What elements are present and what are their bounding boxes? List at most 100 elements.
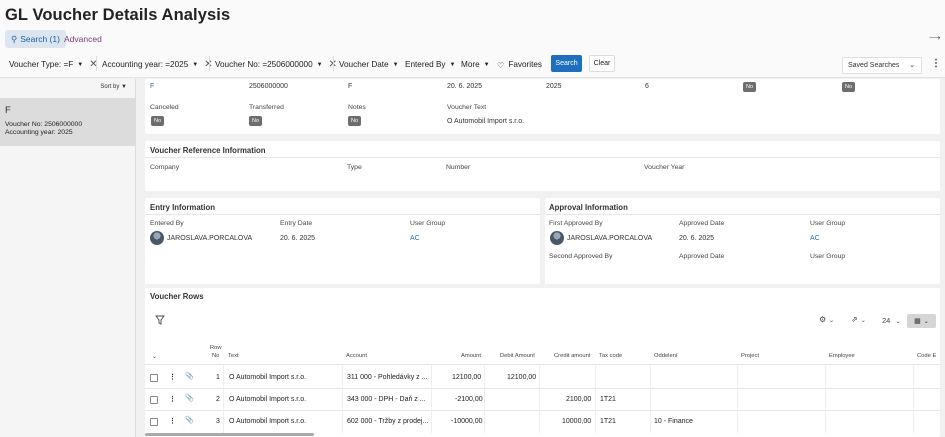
row-checkbox[interactable] bbox=[150, 396, 158, 404]
divider bbox=[333, 56, 334, 71]
attachment-icon[interactable]: 📎 bbox=[185, 394, 194, 402]
column-header-debit-amount[interactable]: Debit Amount bbox=[500, 353, 535, 359]
column-header-text[interactable]: Text bbox=[228, 353, 239, 359]
column-separator bbox=[484, 365, 485, 433]
column-header-row-no[interactable]: Row bbox=[210, 345, 222, 351]
first-approved-by-label: First Approved By bbox=[549, 220, 603, 227]
favorites-button[interactable]: ♡ Favorites bbox=[497, 57, 542, 72]
filter-more[interactable]: More ▼ bbox=[461, 57, 490, 72]
column-header-account[interactable]: Account bbox=[346, 353, 367, 359]
tab-search[interactable]: ⚲ Search (1) bbox=[5, 30, 66, 48]
accounting-year-value: 2025 bbox=[546, 83, 562, 90]
user-group-link[interactable]: AC bbox=[810, 235, 820, 242]
row-menu-icon[interactable]: ⋮ bbox=[169, 395, 176, 403]
page-size-select[interactable]: 24 ⌄ bbox=[882, 316, 900, 325]
row-tax-code: 1T21 bbox=[600, 418, 616, 425]
column-header-code-e[interactable]: Code E bbox=[917, 353, 936, 359]
sort-by-label: Sort by bbox=[100, 84, 120, 90]
caret-down-icon: ▼ bbox=[121, 84, 127, 90]
result-card[interactable]: F Voucher No: 2506000000 Accounting year… bbox=[0, 98, 136, 146]
filter-accounting-year-label: Accounting year: =2025 bbox=[102, 60, 189, 69]
column-header-tax-code[interactable]: Tax code bbox=[599, 353, 622, 359]
heart-icon: ♡ bbox=[497, 60, 505, 70]
row-no: 1 bbox=[216, 374, 220, 381]
filter-voucher-date[interactable]: Voucher Date ▼ bbox=[339, 57, 399, 72]
row-amount: 12100,00 bbox=[452, 374, 482, 381]
row-menu-icon[interactable]: ⋮ bbox=[169, 373, 176, 381]
caret-down-icon: ▼ bbox=[449, 61, 456, 68]
row-menu-icon[interactable]: ⋮ bbox=[169, 417, 176, 425]
status-badge: No bbox=[743, 82, 756, 92]
sort-by-button[interactable]: Sort by ▼ bbox=[100, 84, 127, 90]
column-header-credit-amount[interactable]: Credit amount bbox=[554, 353, 590, 359]
more-options-icon[interactable]: ⋮ bbox=[931, 58, 941, 69]
first-approved-by-value: JAROSLAVA.PORCALOVA bbox=[567, 235, 653, 242]
row-credit-amount: 10000,00 bbox=[562, 418, 592, 425]
page-size-value: 24 bbox=[882, 316, 891, 325]
grid-view-button[interactable]: ▦ ⌄ bbox=[907, 314, 936, 328]
row-checkbox[interactable] bbox=[150, 374, 158, 382]
row-credit-amount: 2100,00 bbox=[566, 396, 592, 403]
type-label: Type bbox=[347, 164, 362, 171]
filter-more-label: More bbox=[461, 60, 480, 69]
voucher-type-value[interactable]: F bbox=[150, 83, 154, 90]
filter-accounting-year[interactable]: Accounting year: =2025 ▼ ✕ bbox=[102, 57, 213, 72]
row-checkbox[interactable] bbox=[150, 418, 158, 426]
section-title: Voucher Reference Information bbox=[150, 146, 266, 155]
row-account-link[interactable]: 343 000 - DPH - Daň z ... bbox=[347, 396, 426, 403]
attachment-icon[interactable]: 📎 bbox=[185, 416, 194, 424]
filter-voucher-no[interactable]: Voucher No: =2506000000 ▼ ✕ bbox=[215, 57, 337, 72]
filter-bar: Voucher Type: =F ▼ ✕ Accounting year: =2… bbox=[0, 55, 945, 78]
saved-searches-select[interactable]: Saved Searches ⌄ bbox=[842, 57, 922, 74]
tab-advanced[interactable]: Advanced bbox=[64, 34, 102, 44]
horizontal-scrollbar[interactable] bbox=[145, 433, 314, 436]
column-separator bbox=[342, 365, 343, 433]
divider bbox=[145, 214, 540, 215]
column-separator bbox=[913, 365, 914, 433]
pin-icon[interactable]: ⟶ bbox=[929, 33, 940, 42]
row-account-link[interactable]: 602 000 - Tržby z prodej... bbox=[347, 418, 428, 425]
row-text: O Automobil Import s.r.o. bbox=[229, 396, 307, 403]
column-header-employee[interactable]: Employee bbox=[829, 353, 855, 359]
voucher-date-value: 20. 6. 2025 bbox=[447, 83, 483, 90]
filter-voucher-type[interactable]: Voucher Type: =F ▼ ✕ bbox=[9, 57, 98, 72]
row-no: 2 bbox=[216, 396, 220, 403]
entry-information-card: Entry Information Entered By JAROSLAVA.P… bbox=[145, 198, 540, 284]
settings-icon[interactable]: ⚙ ⌄ bbox=[819, 315, 834, 324]
export-icon[interactable]: ⇗ ⌄ bbox=[851, 315, 866, 324]
tab-search-label: Search (1) bbox=[20, 34, 60, 44]
attachment-icon[interactable]: 📎 bbox=[185, 372, 194, 380]
row-text: O Automobil Import s.r.o. bbox=[229, 374, 307, 381]
column-header-project[interactable]: Project bbox=[741, 353, 759, 359]
row-tax-code: 1T21 bbox=[600, 396, 616, 403]
user-group-link[interactable]: AC bbox=[410, 235, 420, 242]
section-title: Approval Information bbox=[549, 203, 628, 212]
column-header-amount[interactable]: Amount bbox=[461, 353, 481, 359]
page-title: GL Voucher Details Analysis bbox=[5, 6, 231, 24]
entry-date-value: 20. 6. 2025 bbox=[280, 235, 316, 242]
column-separator bbox=[650, 365, 651, 433]
favorites-label: Favorites bbox=[508, 60, 543, 69]
app-window: GL Voucher Details Analysis ⚲ Search (1)… bbox=[0, 0, 945, 437]
row-account-link[interactable]: 311 000 - Pohledávky z ... bbox=[347, 374, 427, 381]
filter-icon[interactable] bbox=[155, 315, 165, 327]
divider bbox=[145, 364, 940, 365]
filter-entered-by[interactable]: Entered By ▼ bbox=[405, 57, 455, 72]
general-info-card: F 2506000000 F 20. 6. 2025 2025 6 No No … bbox=[145, 79, 940, 134]
voucher-rows-card: Voucher Rows ⚙ ⌄ ⇗ ⌄ 24 ⌄ ▦ ⌄ ⌄ Row No Text… bbox=[145, 288, 940, 437]
select-all-chevron-icon[interactable]: ⌄ bbox=[152, 354, 157, 360]
clear-button[interactable]: Clear bbox=[589, 55, 615, 72]
result-card-title: F bbox=[5, 105, 11, 116]
row-debit-amount: 12100,00 bbox=[507, 374, 537, 381]
caret-down-icon[interactable]: ▼ bbox=[192, 62, 198, 68]
row-amount: -2100,00 bbox=[455, 396, 483, 403]
search-button[interactable]: Search bbox=[551, 55, 582, 72]
caret-down-icon[interactable]: ▼ bbox=[317, 62, 323, 68]
filter-voucher-type-label: Voucher Type: =F bbox=[9, 60, 74, 69]
caret-down-icon[interactable]: ▼ bbox=[77, 62, 83, 68]
divider bbox=[145, 388, 940, 389]
column-header-oddeleni[interactable]: Oddelení bbox=[654, 353, 678, 359]
filter-entered-by-label: Entered By bbox=[405, 60, 446, 69]
row-oddeleni-link[interactable]: 10 - Finance bbox=[654, 418, 693, 425]
result-card-voucher-no: Voucher No: 2506000000 bbox=[5, 121, 83, 128]
